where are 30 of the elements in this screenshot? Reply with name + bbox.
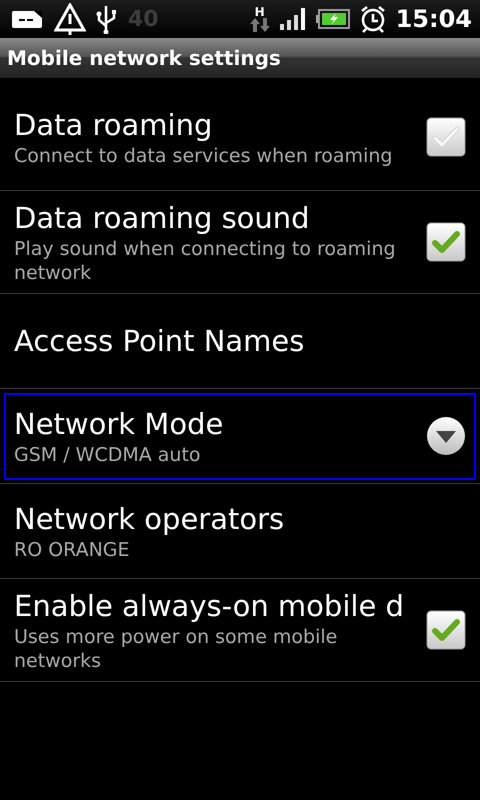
message-icon xyxy=(12,9,44,29)
usb-icon xyxy=(96,4,118,34)
setting-summary: GSM / WCDMA auto xyxy=(14,443,202,467)
alarm-clock-icon xyxy=(360,5,386,33)
checkbox[interactable] xyxy=(426,117,466,157)
warning-icon xyxy=(54,3,86,35)
settings-item[interactable]: Data roaming sound Play sound when connecting to roaming network xyxy=(0,191,480,294)
setting-title: Data roaming xyxy=(14,107,214,144)
checkbox[interactable] xyxy=(426,222,466,262)
setting-summary: Play sound when connecting to roaming network xyxy=(14,237,397,285)
window-title: Mobile network settings xyxy=(0,38,480,78)
clock-time: 15:04 xyxy=(396,5,472,33)
checkbox[interactable] xyxy=(426,610,466,650)
setting-title: Access Point Names xyxy=(14,323,306,360)
setting-title: Network Mode xyxy=(14,406,224,443)
signal-icon xyxy=(280,8,306,30)
setting-summary: Connect to data services when roaming xyxy=(14,144,394,168)
setting-title: Network operators xyxy=(14,501,286,538)
setting-summary: Uses more power on some mobile networks xyxy=(14,625,338,673)
data-arrows-icon xyxy=(250,18,270,32)
settings-item[interactable]: Network operators RO ORANGE xyxy=(0,484,480,579)
setting-title: Data roaming sound xyxy=(14,200,311,237)
settings-item[interactable]: Data roaming Connect to data services when roaming xyxy=(0,78,480,191)
charging-battery-icon xyxy=(316,9,350,29)
network-type: H xyxy=(254,6,265,18)
settings-item[interactable]: Network Mode GSM / WCDMA auto xyxy=(0,389,480,484)
settings-item[interactable]: Enable always-on mobile d Uses more power on some mobile networks xyxy=(0,579,480,682)
setting-summary: RO ORANGE xyxy=(14,538,131,562)
setting-title: Enable always-on mobile d xyxy=(14,588,405,625)
settings-item[interactable]: Access Point Names xyxy=(0,294,480,389)
